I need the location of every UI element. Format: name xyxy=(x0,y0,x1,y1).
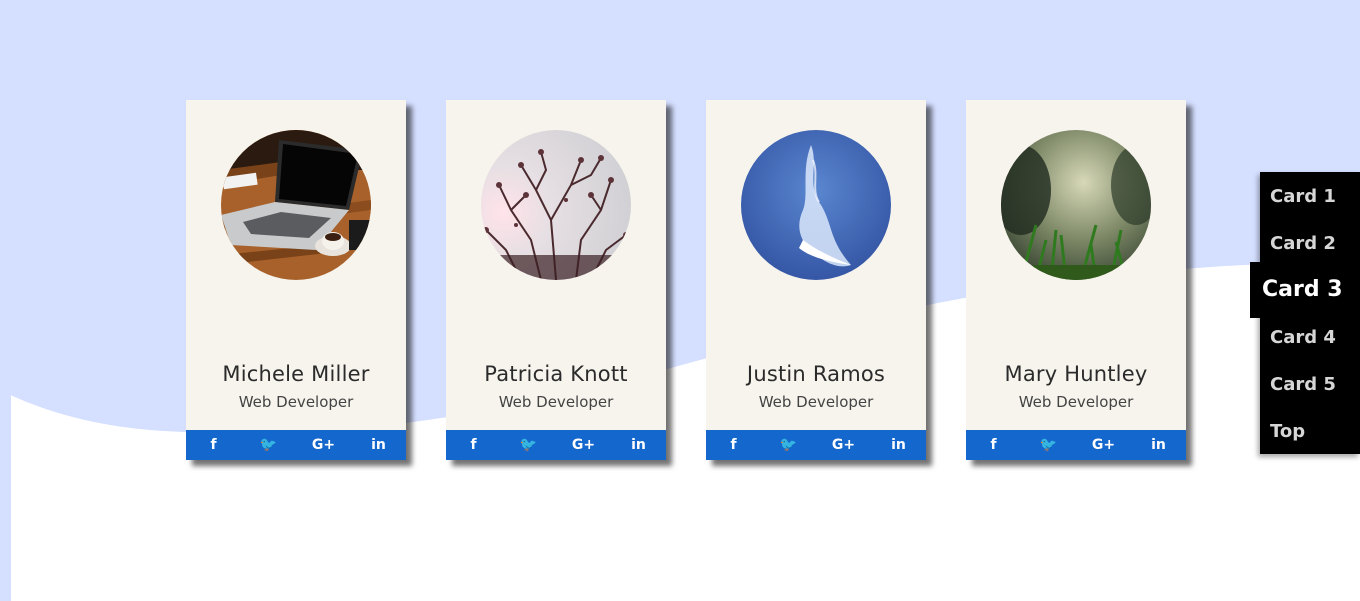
profile-name: Justin Ramos xyxy=(746,362,886,386)
nav-item-card-1[interactable]: Card 1 xyxy=(1270,177,1336,217)
profile-card: Michele Miller Web Developer f 🐦 G+ in xyxy=(186,100,406,460)
facebook-icon[interactable]: f xyxy=(706,430,761,460)
profile-card: Mary Huntley Web Developer f 🐦 G+ in xyxy=(966,100,1186,460)
tree-branches-photo xyxy=(481,130,631,280)
linkedin-icon[interactable]: in xyxy=(351,430,406,460)
social-bar: f 🐦 G+ in xyxy=(186,430,406,460)
avatar xyxy=(221,130,371,280)
nav-item-top[interactable]: Top xyxy=(1270,412,1305,452)
nav-item-card-5[interactable]: Card 5 xyxy=(1270,365,1336,405)
linkedin-icon[interactable]: in xyxy=(1131,430,1186,460)
profile-role: Web Developer xyxy=(1018,393,1134,411)
profile-role: Web Developer xyxy=(498,393,614,411)
profile-card: Patricia Knott Web Developer f 🐦 G+ in xyxy=(446,100,666,460)
side-nav: Card 1 Card 2 Card 3 Card 4 Card 5 Top xyxy=(1250,172,1360,454)
profile-name: Patricia Knott xyxy=(484,362,628,386)
profile-role: Web Developer xyxy=(238,393,354,411)
blue-sky-cloud-photo xyxy=(741,130,891,280)
google-plus-icon[interactable]: G+ xyxy=(556,430,611,460)
profile-name: Michele Miller xyxy=(222,362,370,386)
profile-role: Web Developer xyxy=(758,393,874,411)
avatar xyxy=(1001,130,1151,280)
linkedin-icon[interactable]: in xyxy=(611,430,666,460)
grass-closeup-photo xyxy=(1001,130,1151,280)
facebook-icon[interactable]: f xyxy=(186,430,241,460)
nav-item-card-4[interactable]: Card 4 xyxy=(1270,318,1336,358)
profile-name: Mary Huntley xyxy=(1004,362,1148,386)
google-plus-icon[interactable]: G+ xyxy=(1076,430,1131,460)
twitter-icon[interactable]: 🐦 xyxy=(761,430,816,460)
profile-card: Justin Ramos Web Developer f 🐦 G+ in xyxy=(706,100,926,460)
twitter-icon[interactable]: 🐦 xyxy=(1021,430,1076,460)
left-edge-strip xyxy=(0,0,11,601)
nav-item-card-2[interactable]: Card 2 xyxy=(1270,224,1336,264)
social-bar: f 🐦 G+ in xyxy=(966,430,1186,460)
twitter-icon[interactable]: 🐦 xyxy=(501,430,556,460)
avatar xyxy=(741,130,891,280)
social-bar: f 🐦 G+ in xyxy=(446,430,666,460)
nav-item-card-3[interactable]: Card 3 xyxy=(1250,262,1360,318)
laptop-on-desk-photo xyxy=(221,130,371,280)
avatar xyxy=(481,130,631,280)
google-plus-icon[interactable]: G+ xyxy=(296,430,351,460)
facebook-icon[interactable]: f xyxy=(446,430,501,460)
twitter-icon[interactable]: 🐦 xyxy=(241,430,296,460)
linkedin-icon[interactable]: in xyxy=(871,430,926,460)
facebook-icon[interactable]: f xyxy=(966,430,1021,460)
social-bar: f 🐦 G+ in xyxy=(706,430,926,460)
google-plus-icon[interactable]: G+ xyxy=(816,430,871,460)
